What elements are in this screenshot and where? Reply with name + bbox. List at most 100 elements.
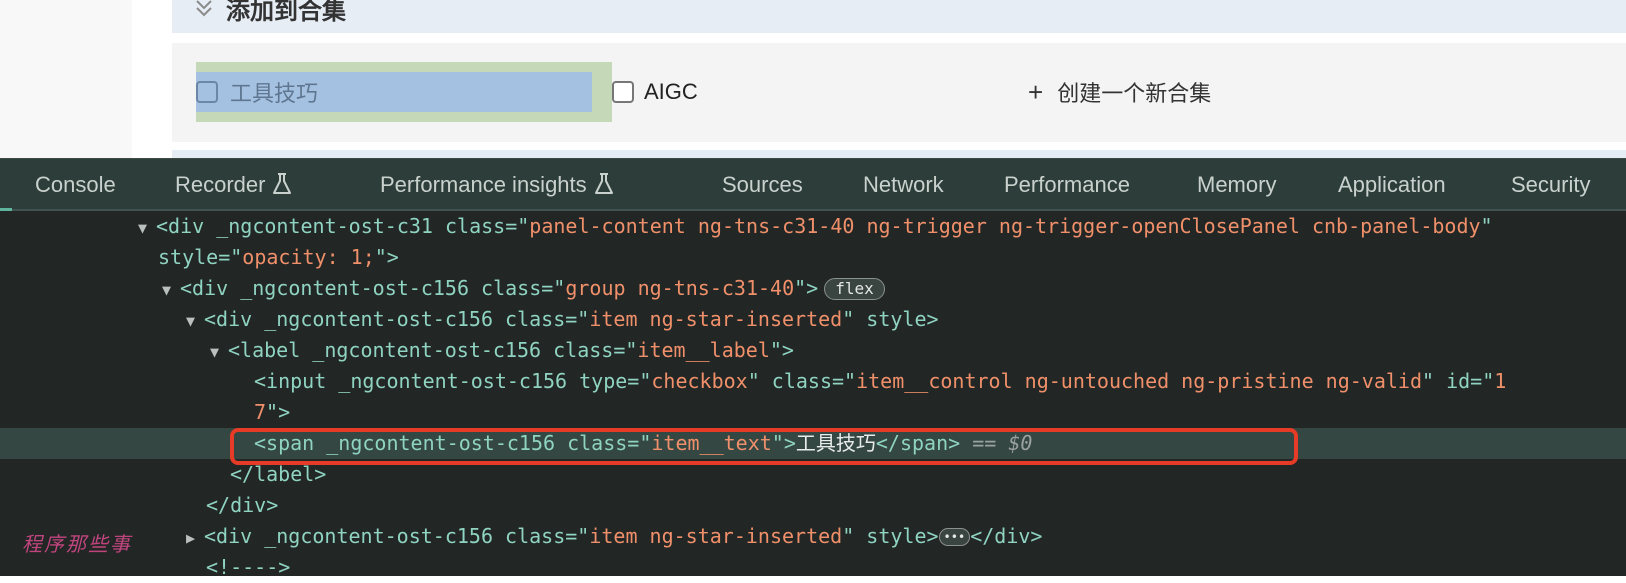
tab-console[interactable]: Console bbox=[35, 159, 116, 210]
dom-node-continuation: 7"> bbox=[0, 397, 1626, 428]
tab-memory[interactable]: Memory bbox=[1197, 159, 1276, 210]
collection-checkbox[interactable] bbox=[196, 81, 218, 103]
create-collection-button[interactable]: + 创建一个新合集 bbox=[1028, 72, 1211, 112]
tag-end: </span> bbox=[875, 431, 961, 455]
attr-value: item ng-star-inserted bbox=[589, 307, 843, 331]
tab-performance[interactable]: Performance bbox=[1004, 159, 1130, 210]
watermark: 程序那些事 bbox=[22, 532, 132, 556]
tag-end: </div> bbox=[206, 493, 279, 517]
left-gutter bbox=[0, 0, 132, 158]
tag-close: "> bbox=[374, 245, 399, 269]
attr-value: item__control ng-untouched ng-pristine n… bbox=[856, 369, 1423, 393]
double-chevron-down-icon[interactable] bbox=[194, 0, 214, 21]
expand-triangle-icon[interactable]: ▼ bbox=[210, 337, 228, 368]
dom-node-item-collapsed[interactable]: ▶ <div _ngcontent-ost-c156 class="item ng… bbox=[0, 521, 1626, 552]
elements-tree: ▼ <div _ngcontent-ost-c31 class="panel-co… bbox=[0, 211, 1626, 579]
dom-node-input[interactable]: <input _ngcontent-ost-c156 type="checkbo… bbox=[0, 366, 1626, 397]
dom-node-group[interactable]: ▼ <div _ngcontent-ost-c156 class="group n… bbox=[0, 273, 1626, 304]
tag-end: </div> bbox=[970, 524, 1043, 548]
expand-triangle-icon[interactable]: ▼ bbox=[138, 213, 156, 244]
tab-recorder[interactable]: Recorder bbox=[175, 159, 293, 210]
attr-value: item__label bbox=[637, 338, 770, 362]
tag-close: "> bbox=[266, 400, 291, 424]
next-panel-header bbox=[172, 150, 1626, 158]
expand-triangle-icon[interactable]: ▼ bbox=[162, 275, 180, 306]
devtools-panel: Console Recorder Performance insights So… bbox=[0, 158, 1626, 579]
flask-icon bbox=[271, 163, 293, 194]
plus-icon: + bbox=[1028, 77, 1044, 107]
console-ref: == $0 bbox=[960, 431, 1033, 455]
tag-close: "> bbox=[794, 276, 819, 300]
attr-value: checkbox bbox=[651, 369, 748, 393]
collection-label: 工具技巧 bbox=[230, 81, 319, 106]
tab-network[interactable]: Network bbox=[863, 159, 944, 210]
dom-node-span-selected[interactable]: <span _ngcontent-ost-c156 class="item__t… bbox=[0, 428, 1626, 459]
expand-triangle-icon[interactable]: ▼ bbox=[186, 306, 204, 337]
attr-name: " class=" bbox=[747, 369, 857, 393]
attr-value: group ng-tns-c31-40 bbox=[565, 276, 795, 300]
attr-name: _ngcontent-ost-c156 class=" bbox=[264, 524, 590, 548]
tag-close: " bbox=[1480, 214, 1493, 238]
attr-name: class=" bbox=[445, 214, 530, 238]
attr-name: _ngcontent-ost-c156 type=" bbox=[338, 369, 652, 393]
dom-node-comment[interactable]: <!----> bbox=[0, 552, 1626, 583]
node-text: 工具技巧 bbox=[795, 431, 876, 455]
attr-value: panel-content ng-tns-c31-40 ng-trigger n… bbox=[529, 214, 1481, 238]
attr-value: 7 bbox=[254, 400, 267, 424]
web-page: 添加到合集 工具技巧 AIGC + 创建一个新合集 bbox=[0, 0, 1626, 158]
flex-badge[interactable]: flex bbox=[824, 278, 885, 300]
tab-label: Recorder bbox=[175, 172, 266, 197]
tag-close: " style> bbox=[842, 307, 939, 331]
create-collection-label: 创建一个新合集 bbox=[1057, 81, 1212, 106]
tag-open: <div bbox=[204, 524, 265, 548]
tab-label: Network bbox=[863, 172, 944, 197]
attr-name: _ngcontent-ost-c156 class=" bbox=[264, 307, 590, 331]
tag-open: <div bbox=[156, 214, 217, 238]
tab-label: Sources bbox=[722, 172, 803, 197]
tab-label: Memory bbox=[1197, 172, 1277, 197]
tag-open: <div bbox=[180, 276, 241, 300]
dom-node-label-close[interactable]: </label> bbox=[0, 459, 1626, 490]
tag-open: <span bbox=[254, 431, 327, 455]
tab-performance-insights[interactable]: Performance insights bbox=[380, 159, 615, 210]
tab-label: Security bbox=[1511, 172, 1591, 197]
tab-security[interactable]: Security bbox=[1511, 159, 1590, 210]
tab-label: Application bbox=[1338, 172, 1446, 197]
tab-sources[interactable]: Sources bbox=[722, 159, 803, 210]
tag-open: <div bbox=[204, 307, 265, 331]
collection-panel-header[interactable]: 添加到合集 bbox=[172, 0, 1626, 33]
collection-checkbox[interactable] bbox=[612, 81, 634, 103]
collection-label: AIGC bbox=[644, 79, 698, 104]
attr-name: _ngcontent-ost-c31 bbox=[216, 214, 445, 238]
attr-name: _ngcontent-ost-c156 class=" bbox=[240, 276, 566, 300]
attr-value: item__text bbox=[651, 431, 772, 455]
flask-icon bbox=[593, 163, 615, 194]
panel-title: 添加到合集 bbox=[226, 0, 346, 25]
tab-label: Performance bbox=[1004, 172, 1130, 197]
dom-node-label[interactable]: ▼ <label _ngcontent-ost-c156 class="item_… bbox=[0, 335, 1626, 366]
attr-value: opacity: 1; bbox=[242, 245, 375, 269]
attr-name: _ngcontent-ost-c156 class=" bbox=[326, 431, 652, 455]
dom-node-continuation: style="opacity: 1;"> bbox=[0, 242, 1626, 273]
collection-item-aigc[interactable]: AIGC bbox=[612, 72, 698, 112]
dom-node-panel-content[interactable]: ▼ <div _ngcontent-ost-c31 class="panel-co… bbox=[0, 211, 1626, 242]
attr-name: style=" bbox=[158, 245, 243, 269]
tag-close: "> bbox=[769, 338, 794, 362]
expand-triangle-right-icon[interactable]: ▶ bbox=[186, 523, 204, 554]
dom-node-div-close[interactable]: </div> bbox=[0, 490, 1626, 521]
devtools-tabbar: Console Recorder Performance insights So… bbox=[0, 158, 1626, 211]
collection-item-tools-tips[interactable]: 工具技巧 bbox=[196, 72, 592, 112]
tab-application[interactable]: Application bbox=[1338, 159, 1446, 210]
attr-value: 1 bbox=[1494, 369, 1507, 393]
tag-open: <input bbox=[254, 369, 339, 393]
tag-close: "> bbox=[771, 431, 796, 455]
tab-label: Performance insights bbox=[380, 172, 587, 197]
comment: <!----> bbox=[206, 555, 291, 579]
dom-node-item[interactable]: ▼ <div _ngcontent-ost-c156 class="item ng… bbox=[0, 304, 1626, 335]
attr-name: _ngcontent-ost-c156 class=" bbox=[312, 338, 638, 362]
attr-name: " id=" bbox=[1422, 369, 1495, 393]
tab-label: Console bbox=[35, 172, 116, 197]
tag-open: <label bbox=[228, 338, 313, 362]
attr-value: item ng-star-inserted bbox=[589, 524, 843, 548]
ellipsis-icon[interactable]: ••• bbox=[938, 528, 971, 546]
